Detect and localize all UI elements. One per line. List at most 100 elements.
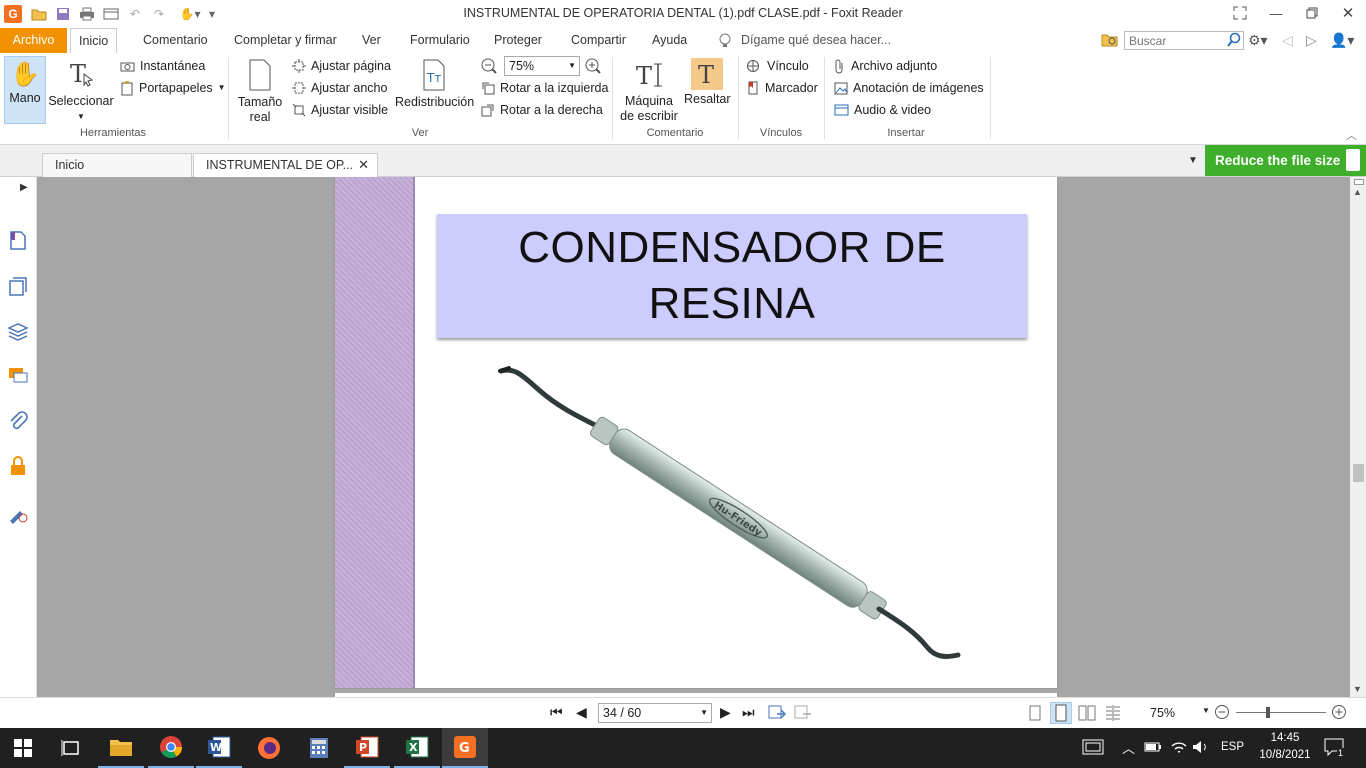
snapshot-button[interactable]: Instantánea bbox=[120, 56, 205, 76]
signature-icon[interactable] bbox=[7, 502, 29, 524]
close-button[interactable]: ✕ bbox=[1330, 0, 1366, 26]
tab-document[interactable]: INSTRUMENTAL DE OP... ✕ bbox=[193, 153, 378, 177]
menu-inicio[interactable]: Inicio bbox=[70, 28, 118, 54]
continuous-facing-view-icon[interactable] bbox=[1104, 705, 1122, 724]
next-view-icon[interactable] bbox=[794, 705, 812, 724]
audio-video-button[interactable]: Audio & video bbox=[834, 100, 931, 120]
settings-gear-icon[interactable]: ⚙▾ bbox=[1248, 32, 1268, 49]
bookmark-button[interactable]: Marcador bbox=[746, 78, 818, 98]
wifi-icon[interactable] bbox=[1170, 739, 1188, 758]
zoom-in-icon[interactable] bbox=[584, 57, 602, 75]
page-number-input[interactable]: 34 / 60 ▼ bbox=[598, 703, 712, 723]
fit-width-button[interactable]: Ajustar ancho bbox=[292, 78, 387, 98]
zoom-out-button-icon[interactable] bbox=[1214, 704, 1230, 723]
security-lock-icon[interactable] bbox=[7, 455, 29, 477]
svg-text:X: X bbox=[409, 741, 418, 754]
previous-view-icon[interactable] bbox=[768, 705, 787, 724]
chevron-down-icon: ▼ bbox=[568, 61, 576, 70]
powerpoint-icon[interactable]: P bbox=[344, 728, 390, 768]
tab-list-dropdown-icon[interactable]: ▼ bbox=[1188, 155, 1198, 166]
menu-ver[interactable]: Ver bbox=[354, 28, 389, 53]
task-view-icon[interactable] bbox=[48, 728, 94, 768]
show-hidden-icons[interactable]: ︿ bbox=[1122, 738, 1135, 757]
reduce-file-size-banner[interactable]: Reduce the file size bbox=[1205, 145, 1366, 176]
previous-page-icon[interactable]: ◀ bbox=[576, 704, 587, 721]
menu-completar-firmar[interactable]: Completar y firmar bbox=[226, 28, 345, 53]
zoom-level[interactable]: 75% bbox=[1150, 706, 1175, 720]
facing-view-icon[interactable] bbox=[1078, 705, 1096, 724]
scroll-down-icon[interactable]: ▼ bbox=[1353, 684, 1362, 694]
keyboard-tray-icon[interactable] bbox=[1082, 739, 1104, 758]
chrome-icon[interactable] bbox=[148, 728, 194, 768]
minimize-button[interactable]: — bbox=[1258, 0, 1294, 26]
attachment-button[interactable]: Archivo adjunto bbox=[834, 56, 937, 76]
menu-compartir[interactable]: Compartir bbox=[563, 28, 634, 53]
account-icon[interactable]: 👤▾ bbox=[1330, 32, 1354, 49]
tell-me-input[interactable]: Dígame qué desea hacer... bbox=[733, 28, 899, 53]
nav-back-icon[interactable]: ◁ bbox=[1282, 32, 1293, 49]
clock-date[interactable]: 10/8/2021 bbox=[1255, 749, 1315, 761]
link-button[interactable]: Vínculo bbox=[746, 56, 809, 76]
image-annotation-button[interactable]: Anotación de imágenes bbox=[834, 78, 984, 98]
menu-formulario[interactable]: Formulario bbox=[402, 28, 478, 53]
reflow-button[interactable]: Tт Redistribución bbox=[395, 58, 474, 110]
select-tool-button[interactable]: T Seleccionar ▼ bbox=[48, 58, 114, 124]
scroll-split-handle[interactable] bbox=[1354, 179, 1364, 185]
fit-visible-button[interactable]: Ajustar visible bbox=[292, 100, 388, 120]
windows-start-icon[interactable] bbox=[0, 728, 46, 768]
restore-button[interactable] bbox=[1294, 0, 1330, 26]
attachments-icon[interactable] bbox=[7, 410, 29, 432]
highlight-button[interactable]: T Resaltar bbox=[684, 58, 731, 107]
clock-time[interactable]: 14:45 bbox=[1255, 732, 1315, 744]
menu-archivo[interactable]: Archivo bbox=[0, 28, 67, 53]
zoom-in-button-icon[interactable] bbox=[1331, 704, 1347, 723]
pages-icon[interactable] bbox=[7, 229, 29, 251]
vertical-scrollbar[interactable]: ▲ ▼ bbox=[1350, 177, 1366, 697]
zoom-slider-thumb[interactable] bbox=[1266, 707, 1270, 718]
typewriter-button[interactable]: T Máquina de escribir bbox=[618, 58, 680, 124]
continuous-view-icon[interactable] bbox=[1050, 702, 1072, 724]
battery-icon[interactable] bbox=[1144, 741, 1162, 756]
find-folder-icon[interactable] bbox=[1101, 32, 1119, 49]
thumbnails-icon[interactable] bbox=[7, 275, 29, 297]
zoom-slider-track[interactable] bbox=[1236, 712, 1326, 713]
language-indicator[interactable]: ESP bbox=[1221, 741, 1244, 753]
clipboard-button[interactable]: Portapapeles ▼ bbox=[120, 78, 226, 98]
tab-inicio[interactable]: Inicio bbox=[42, 153, 192, 177]
close-tab-icon[interactable]: ✕ bbox=[358, 154, 369, 176]
search-icon[interactable] bbox=[1226, 32, 1242, 48]
word-icon[interactable]: W bbox=[196, 728, 242, 768]
scroll-up-icon[interactable]: ▲ bbox=[1353, 187, 1362, 197]
layers-icon[interactable] bbox=[7, 320, 29, 342]
document-canvas[interactable]: CONDENSADOR DE RESINA Hu-Friedy bbox=[37, 177, 1350, 697]
zoom-dropdown-icon[interactable]: ▼ bbox=[1202, 706, 1210, 715]
firefox-icon[interactable] bbox=[246, 728, 292, 768]
rotate-right-button[interactable]: Rotar a la derecha bbox=[481, 100, 603, 120]
calculator-icon[interactable] bbox=[296, 728, 342, 768]
typewriter-label-2: de escribir bbox=[620, 109, 678, 123]
hand-tool-button[interactable]: ✋ Mano bbox=[4, 56, 46, 124]
scroll-thumb[interactable] bbox=[1353, 464, 1364, 482]
volume-icon[interactable] bbox=[1192, 739, 1210, 758]
excel-icon[interactable]: X bbox=[394, 728, 440, 768]
file-explorer-icon[interactable] bbox=[98, 728, 144, 768]
menu-ayuda[interactable]: Ayuda bbox=[644, 28, 695, 53]
foxit-reader-taskbar-icon[interactable]: G bbox=[442, 728, 488, 768]
next-page-icon[interactable]: ▶ bbox=[720, 704, 731, 721]
zoom-out-icon[interactable] bbox=[480, 57, 498, 75]
comments-icon[interactable] bbox=[7, 365, 29, 387]
zoom-select[interactable]: 75% ▼ bbox=[504, 56, 580, 76]
single-page-view-icon[interactable] bbox=[1028, 705, 1042, 724]
actual-size-button[interactable]: Tamaño real bbox=[236, 58, 284, 125]
rotate-left-button[interactable]: Rotar a la izquierda bbox=[481, 78, 608, 98]
fullscreen-icon[interactable] bbox=[1222, 0, 1258, 26]
expand-panel-icon[interactable]: ▶ bbox=[20, 182, 28, 193]
menu-comentario[interactable]: Comentario bbox=[135, 28, 216, 53]
svg-text:G: G bbox=[459, 741, 470, 756]
nav-forward-icon[interactable]: ▷ bbox=[1306, 32, 1317, 49]
collapse-ribbon-icon[interactable]: ︿ bbox=[1346, 127, 1357, 143]
menu-proteger[interactable]: Proteger bbox=[486, 28, 550, 53]
fit-page-button[interactable]: Ajustar página bbox=[292, 56, 391, 76]
last-page-icon[interactable]: ⏭ bbox=[742, 704, 755, 721]
first-page-icon[interactable]: ⏮ bbox=[550, 704, 563, 721]
